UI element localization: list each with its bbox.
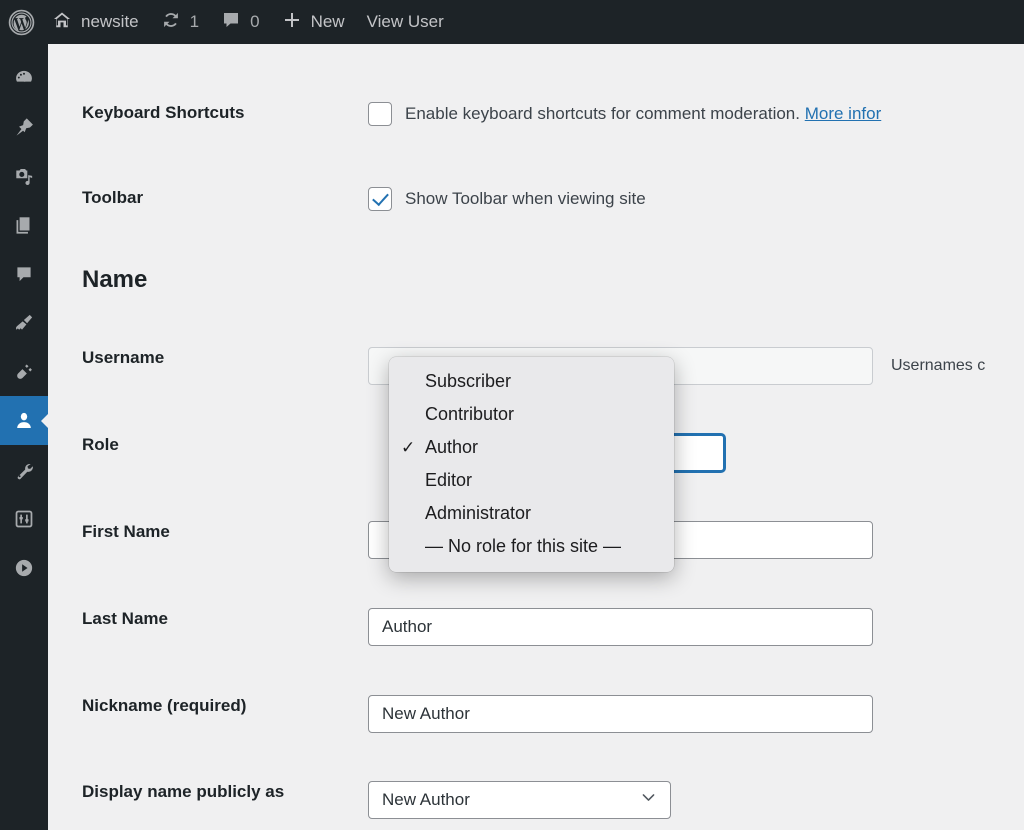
nickname-label: Nickname (required) [82,696,247,715]
role-label: Role [82,435,119,454]
comments-menu-item[interactable]: 0 [210,0,270,44]
site-name-label: newsite [81,12,139,31]
sidebar-item-tools[interactable] [0,445,48,494]
wp-logo-menu-item[interactable] [0,0,41,44]
comments-count: 0 [250,12,260,31]
sidebar-item-posts[interactable] [0,102,48,151]
comment-icon [13,263,35,285]
first-name-label: First Name [82,522,170,541]
page-section-heading: Name [82,266,148,293]
last-name-label: Last Name [82,609,168,628]
chevron-down-icon [640,789,657,811]
sidebar-item-plugins[interactable] [0,347,48,396]
user-icon [13,410,35,432]
new-label: New [310,12,345,31]
keyboard-shortcuts-checkbox[interactable] [368,102,392,126]
sidebar-item-settings[interactable] [0,494,48,543]
toolbar-text: Show Toolbar when viewing site [405,189,646,208]
sidebar-item-appearance[interactable] [0,298,48,347]
role-option-editor[interactable]: Editor [389,464,674,497]
row-display-name: Display name publicly as New Author [48,781,1024,819]
checkmark-icon: ✓ [401,437,416,457]
pages-icon [13,214,35,236]
keyboard-shortcuts-more-info-link[interactable]: More infor [805,104,882,123]
row-nickname: Nickname (required) New Author [48,695,1024,733]
role-option-label-3: Editor [425,470,473,490]
username-description: Usernames c [891,357,986,374]
role-option-administrator[interactable]: Administrator [389,497,674,530]
row-toolbar: Toolbar Show Toolbar when viewing site [48,187,1024,211]
view-user-menu-item[interactable]: View User [356,0,455,44]
home-icon [52,10,72,35]
role-option-label-0: Subscriber [425,371,512,391]
menu-top-spacer [0,44,48,53]
last-name-field: Author [368,608,873,646]
keyboard-shortcuts-label: Keyboard Shortcuts [82,103,245,122]
new-content-menu-item[interactable]: New [271,0,356,44]
paintbrush-icon [13,312,35,334]
row-last-name: Last Name Author [48,608,1024,646]
display-name-field: New Author [368,781,671,819]
row-keyboard-shortcuts: Keyboard Shortcuts Enable keyboard short… [48,102,1024,126]
toolbar-label: Toolbar [82,188,144,207]
display-name-value: New Author [382,790,470,809]
display-name-select[interactable]: New Author [368,781,671,819]
role-option-subscriber[interactable]: Subscriber [389,365,674,398]
sidebar-item-comments[interactable] [0,249,48,298]
pin-icon [13,116,35,138]
last-name-input[interactable]: Author [368,608,873,646]
sidebar-item-pages[interactable] [0,200,48,249]
toolbar-checkbox[interactable] [368,187,392,211]
sidebar-item-dashboard[interactable] [0,53,48,102]
keyboard-shortcuts-field: Enable keyboard shortcuts for comment mo… [368,102,881,126]
updates-count: 1 [189,12,200,31]
role-option-label-1: Contributor [425,404,515,424]
site-name-menu-item[interactable]: newsite [41,0,150,44]
current-menu-arrow [41,412,49,429]
updates-menu-item[interactable]: 1 [150,0,210,44]
wrench-icon [13,459,35,481]
role-option-label-2: Author [425,437,479,457]
admin-bar: newsite 1 0 New View User [0,0,1024,44]
username-label: Username [82,348,165,367]
role-option-label-4: Administrator [425,503,532,523]
role-option-label-5: — No role for this site — [425,536,622,556]
role-option-contributor[interactable]: Contributor [389,398,674,431]
role-option-no-role[interactable]: — No role for this site — [389,530,674,563]
view-user-label: View User [366,12,444,31]
sidebar-item-media[interactable] [0,151,48,200]
dashboard-icon [13,67,35,89]
role-option-author[interactable]: ✓ Author [389,431,674,464]
sidebar-item-users[interactable] [0,396,49,445]
nickname-field: New Author [368,695,873,733]
sliders-icon [13,508,35,530]
comment-bubble-icon [221,10,241,35]
plug-icon [13,361,35,383]
role-dropdown-popup[interactable]: Subscriber Contributor ✓ Author Editor A… [389,357,674,572]
admin-sidebar-menu [0,44,49,830]
plus-icon [282,10,302,35]
nickname-input[interactable]: New Author [368,695,873,733]
wordpress-logo-icon [8,9,35,36]
keyboard-shortcuts-text: Enable keyboard shortcuts for comment mo… [405,104,882,123]
display-name-label: Display name publicly as [82,782,285,801]
toolbar-field: Show Toolbar when viewing site [368,187,646,211]
sidebar-item-collapse-menu[interactable] [0,543,48,592]
wordpress-admin-screen: newsite 1 0 New View User Keyboard Short… [0,0,1024,830]
play-circle-icon [13,557,35,579]
update-icon [161,10,181,35]
media-icon [13,165,35,187]
